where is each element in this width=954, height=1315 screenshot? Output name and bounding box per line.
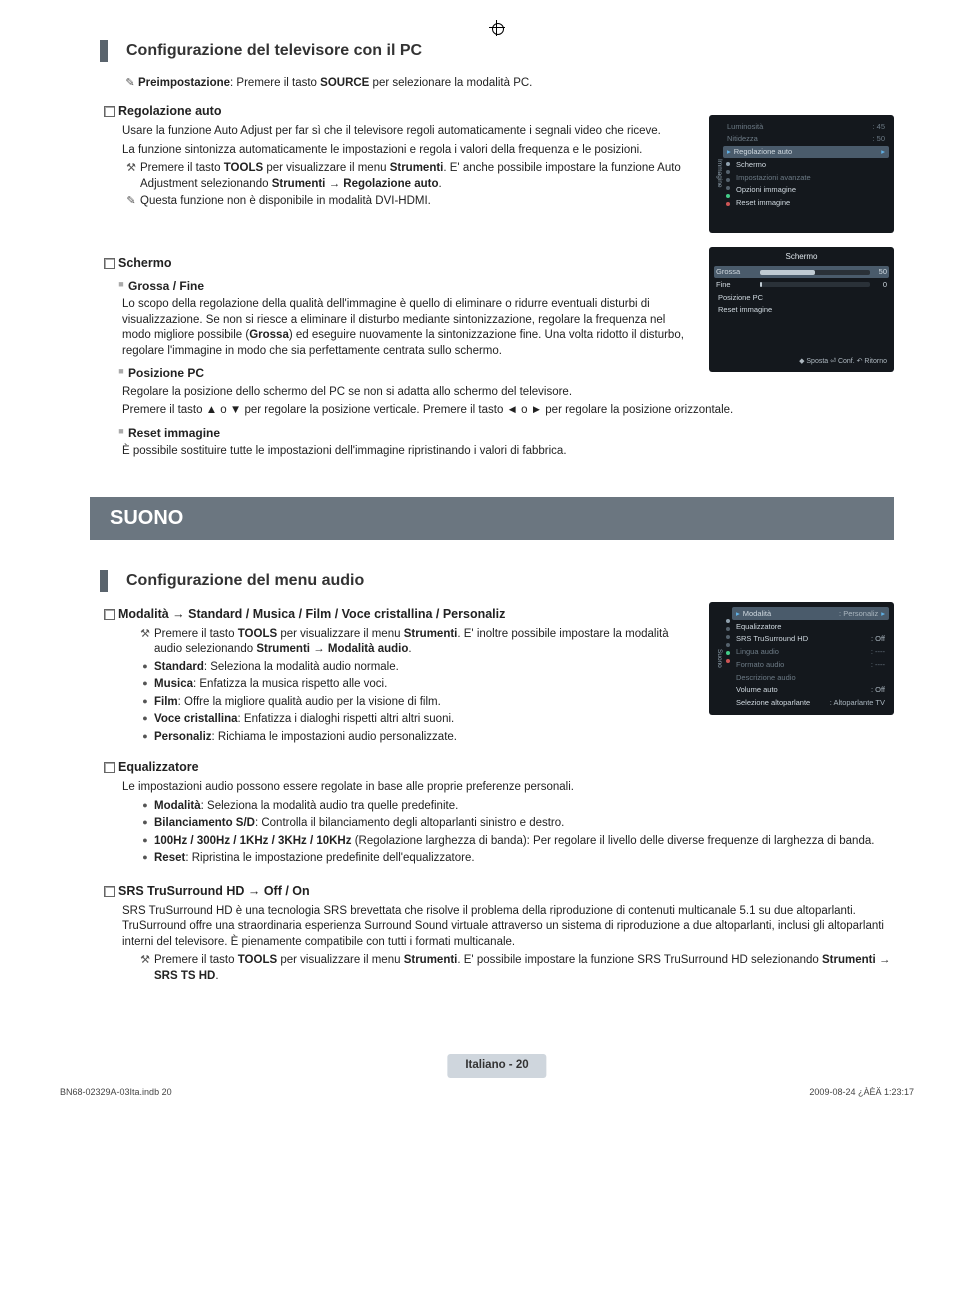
subsection-schermo: Schermo	[100, 255, 697, 272]
subsection-equalizzatore: Equalizzatore	[100, 759, 894, 776]
osd-tab-label: Immagine	[714, 120, 723, 227]
subsub-reset-immagine: ■ Reset immagine	[114, 425, 894, 441]
square-bullet-icon	[104, 258, 115, 269]
list-item: ●Personaliz: Richiama le impostazioni au…	[136, 730, 894, 746]
square-bullet-icon	[104, 762, 115, 773]
list-item: ●Reset: Ripristina le impostazione prede…	[136, 851, 894, 867]
bullet-icon: ●	[136, 730, 154, 746]
bullet-icon: ●	[136, 799, 154, 815]
subsection-modalita: Modalità → Standard / Musica / Film / Vo…	[100, 606, 697, 623]
bullet-icon: ●	[136, 660, 154, 676]
preimpostazione-note: ✎ Preimpostazione: Premere il tasto SOUR…	[122, 76, 697, 92]
osd-slider-fine: Fine 0	[714, 278, 889, 291]
subsection-regolazione-auto: Regolazione auto	[100, 103, 697, 120]
tools-note-audio: ⚒ Premere il tasto TOOLS per visualizzar…	[136, 627, 697, 658]
osd-schermo-panel: Schermo Grossa 50 Fine 0 Posizione PC Re…	[709, 247, 894, 371]
note-icon: ✎	[122, 194, 140, 210]
section-title-audio: Configurazione del menu audio	[100, 570, 894, 592]
tools-icon: ⚒	[136, 627, 154, 658]
bullet-icon: ●	[136, 816, 154, 832]
list-item: ●100Hz / 300Hz / 1KHz / 3KHz / 10KHz (Re…	[136, 834, 894, 850]
osd-selected-row: ▸ Regolazione auto ▸	[723, 146, 889, 159]
tools-note: ⚒ Premere il tasto TOOLS per visualizzar…	[122, 161, 697, 192]
list-item: ●Bilanciamento S/D: Controlla il bilanci…	[136, 816, 894, 832]
list-item: ●Musica: Enfatizza la musica rispetto al…	[136, 677, 697, 693]
dvi-note: ✎ Questa funzione non è disponibile in m…	[122, 194, 697, 210]
square-bullet-icon	[104, 886, 115, 897]
square-bullet-icon	[104, 106, 115, 117]
osd-slider-grossa: Grossa 50	[714, 266, 889, 279]
bullet-icon: ●	[136, 712, 154, 728]
small-square-icon: ■	[114, 425, 128, 441]
footer-right-text: 2009-08-24 ¿ÀÈÄ 1:23:17	[809, 1086, 914, 1098]
osd-tab-label: Suono	[714, 607, 723, 709]
osd-selected-row: ▸ Modalità : Personaliz ▸	[732, 607, 889, 620]
subsub-grossa-fine: ■ Grossa / Fine	[114, 278, 697, 294]
bullet-icon: ●	[136, 851, 154, 867]
osd-immagine-panel: Immagine Luminosità: 45 Nitidezza: 50 ▸ …	[709, 115, 894, 233]
tools-icon: ⚒	[122, 161, 140, 192]
bullet-icon: ●	[136, 677, 154, 693]
list-item: ●Voce cristallina: Enfatizza i dialoghi …	[136, 712, 697, 728]
bullet-icon: ●	[136, 834, 154, 850]
section-title-pc: Configurazione del televisore con il PC	[100, 40, 894, 62]
list-item: ●Film: Offre la migliore qualità audio p…	[136, 695, 697, 711]
bullet-icon: ●	[136, 695, 154, 711]
tools-note-srs: ⚒ Premere il tasto TOOLS per visualizzar…	[136, 953, 894, 984]
subsection-srs: SRS TruSurround HD → Off / On	[100, 883, 894, 900]
list-item: ●Modalità: Seleziona la modalità audio t…	[136, 799, 894, 815]
footer-left-text: BN68-02329A-03Ita.indb 20	[60, 1086, 172, 1098]
osd-suono-panel: Suono ▸ Modalità : Personaliz ▸ Equalizz…	[709, 602, 894, 715]
page-number-pill: Italiano - 20	[447, 1054, 546, 1078]
subsub-posizione-pc: ■ Posizione PC	[114, 365, 697, 381]
tools-icon: ⚒	[136, 953, 154, 984]
square-bullet-icon	[104, 609, 115, 620]
list-item: ●Standard: Seleziona la modalità audio n…	[136, 660, 697, 676]
small-square-icon: ■	[114, 278, 128, 294]
section-band-suono: SUONO	[90, 497, 894, 540]
note-icon: ✎	[122, 76, 138, 92]
small-square-icon: ■	[114, 365, 128, 381]
registration-mark-top	[489, 20, 505, 36]
